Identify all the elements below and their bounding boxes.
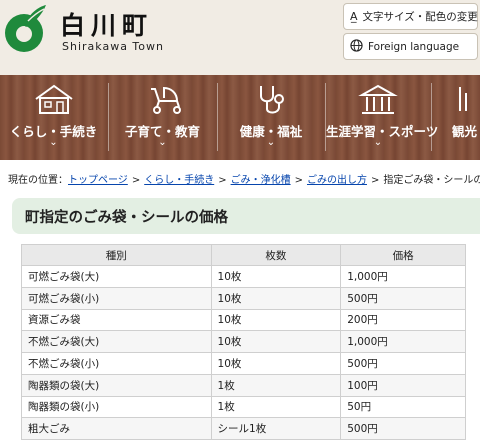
column-header-price: 価格 (340, 244, 466, 266)
stethoscope-icon (260, 86, 284, 114)
cell-quantity: シール1枚 (210, 417, 342, 440)
house-icon (34, 84, 73, 114)
table-header-row: 種別 枚数 価格 (21, 244, 466, 266)
cell-quantity: 10枚 (210, 352, 342, 375)
cell-type: 可燃ごみ袋(小) (21, 286, 212, 310)
breadcrumb: 現在の位置：トップページ > くらし・手続き > ごみ・浄化槽 > ごみの出し方 > 指定ごみ袋… (8, 171, 480, 186)
nav-item-health[interactable]: 健康・福祉 ⌄ (218, 75, 324, 160)
font-color-settings-button[interactable]: A̲ 文字サイズ・配色の変更 (343, 3, 478, 30)
table-row: 不燃ごみ袋(小) 10枚 500円 (21, 352, 466, 375)
cell-quantity: 1枚 (210, 373, 342, 397)
cell-price: 1,000円 (340, 265, 466, 288)
breadcrumb-link-disposal[interactable]: ごみの出し方 (307, 175, 367, 186)
column-header-quantity: 枚数 (210, 244, 342, 266)
breadcrumb-link-garbage[interactable]: ごみ・浄化槽 (231, 175, 291, 186)
cell-type: 不燃ごみ袋(大) (21, 330, 212, 353)
nav-label: 観光 (452, 124, 478, 139)
table-row: 資源ごみ袋 10枚 200円 (21, 308, 466, 332)
nav-item-lifelong-learning[interactable]: 生涯学習・スポーツ ⌄ (326, 75, 438, 160)
global-nav: くらし・手続き ⌄ 子育て・教育 ⌄ 健康・福祉 ⌄ 生涯学習・スポーツ ⌄ 観… (0, 75, 480, 160)
table-row: 陶器類の袋(大) 1枚 100円 (21, 373, 466, 397)
font-color-settings-label: 文字サイズ・配色の変更 (362, 11, 478, 23)
cell-price: 1,000円 (340, 330, 466, 353)
cell-type: 陶器類の袋(大) (21, 373, 212, 397)
cell-price: 200円 (340, 308, 466, 332)
price-table: 種別 枚数 価格 可燃ごみ袋(大) 10枚 1,000円 可燃ごみ袋(小) 10… (21, 244, 466, 440)
site-name[interactable]: 白川町 (60, 6, 153, 42)
foreign-language-label: Foreign language (368, 40, 460, 53)
cell-type: 粗大ごみ (21, 417, 212, 440)
table-row: 可燃ごみ袋(大) 10枚 1,000円 (21, 265, 466, 288)
cell-price: 500円 (340, 286, 466, 310)
table-row: 可燃ごみ袋(小) 10枚 500円 (21, 286, 466, 310)
cell-type: 陶器類の袋(小) (21, 395, 212, 419)
chevron-down-icon: ⌄ (373, 137, 383, 148)
cell-quantity: 10枚 (210, 265, 342, 288)
cell-quantity: 10枚 (210, 286, 342, 310)
cell-type: 資源ごみ袋 (21, 308, 212, 332)
breadcrumb-link-living[interactable]: くらし・手続き (144, 175, 214, 186)
cell-type: 可燃ごみ袋(大) (21, 265, 212, 288)
sightseeing-icon (459, 87, 467, 111)
text-size-icon: A̲ (350, 10, 358, 23)
town-logo-icon[interactable] (4, 3, 48, 55)
cell-price: 500円 (340, 352, 466, 375)
foreign-language-button[interactable]: Foreign language (343, 33, 478, 60)
building-icon (358, 84, 398, 114)
cell-price: 100円 (340, 373, 466, 397)
nav-item-living[interactable]: くらし・手続き ⌄ (0, 75, 107, 160)
cell-quantity: 1枚 (210, 395, 342, 419)
chevron-down-icon: ⌄ (266, 137, 276, 148)
table-row: 陶器類の袋(小) 1枚 50円 (21, 395, 466, 419)
cell-price: 50円 (340, 395, 466, 419)
breadcrumb-prefix: 現在の位置： (8, 175, 68, 186)
nav-item-childcare[interactable]: 子育て・教育 ⌄ (109, 75, 216, 160)
cell-type: 不燃ごみ袋(小) (21, 352, 212, 375)
chevron-down-icon: ⌄ (49, 137, 58, 148)
cell-quantity: 10枚 (210, 308, 342, 332)
chevron-down-icon: ⌄ (158, 137, 167, 148)
cell-quantity: 10枚 (210, 330, 342, 353)
table-row: 粗大ごみ シール1枚 500円 (21, 417, 466, 440)
cell-price: 500円 (340, 417, 466, 440)
page-title: 町指定のごみ袋・シールの価格 (12, 198, 480, 234)
globe-icon (350, 38, 363, 55)
breadcrumb-current: 指定ごみ袋・シールの価格 (383, 175, 480, 186)
site-subtitle: Shirakawa Town (62, 40, 164, 53)
nav-item-sightseeing[interactable]: 観光 (432, 75, 480, 160)
site-header: 白川町 Shirakawa Town A̲ 文字サイズ・配色の変更 Foreig… (0, 0, 480, 75)
table-row: 不燃ごみ袋(大) 10枚 1,000円 (21, 330, 466, 353)
breadcrumb-link-top[interactable]: トップページ (68, 175, 128, 186)
column-header-type: 種別 (21, 244, 212, 266)
stroller-icon (150, 86, 181, 114)
